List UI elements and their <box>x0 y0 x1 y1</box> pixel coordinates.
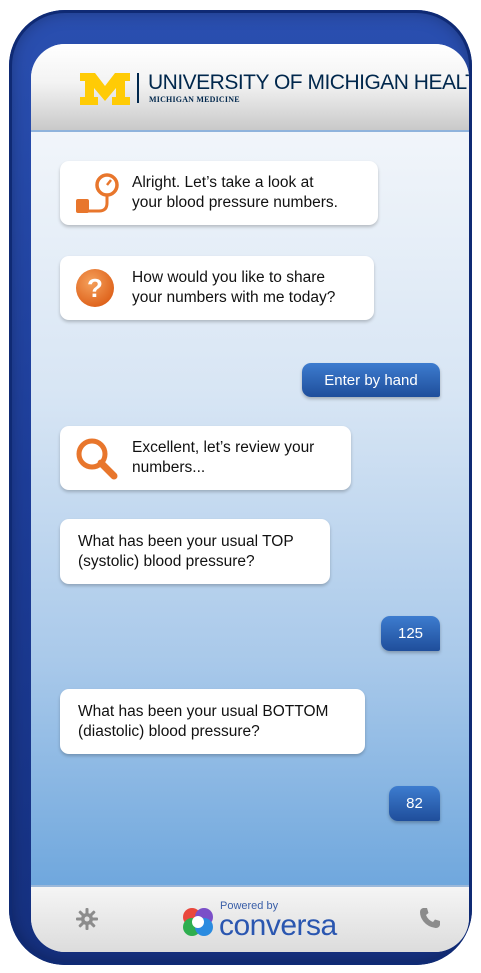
message-text-line: (diastolic) blood pressure? <box>78 723 260 740</box>
message-text-line: your blood pressure numbers. <box>132 194 338 211</box>
bot-message: Excellent, let’s review your numbers... <box>60 426 351 490</box>
message-text-line: What has been your usual TOP <box>78 533 294 550</box>
svg-text:?: ? <box>87 273 103 303</box>
bot-message: Alright. Let’s take a look at your blood… <box>60 161 378 225</box>
app-screen: UNIVERSITY OF MICHIGAN HEALTH MICHIGAN M… <box>31 44 469 952</box>
conversa-wordmark: conversa <box>219 909 337 942</box>
conversa-logo-icon <box>183 908 213 936</box>
question-mark-icon: ? <box>76 269 114 307</box>
user-reply-bubble[interactable]: Enter by hand <box>302 363 440 397</box>
magnifier-icon <box>76 438 118 480</box>
app-footer: Powered by conversa <box>31 885 469 952</box>
bot-message: What has been your usual BOTTOM (diastol… <box>60 689 365 754</box>
logo-divider <box>137 73 139 103</box>
message-text-line: your numbers with me today? <box>132 289 336 306</box>
conversa-brand: Powered by conversa <box>181 900 351 942</box>
blood-pressure-gauge-icon <box>76 173 119 213</box>
user-reply-bubble[interactable]: 125 <box>381 616 440 651</box>
message-text-line: numbers... <box>132 459 206 476</box>
bot-message: ? How would you like to share your numbe… <box>60 256 374 320</box>
app-header: UNIVERSITY OF MICHIGAN HEALTH MICHIGAN M… <box>31 44 469 132</box>
gear-icon[interactable] <box>75 907 99 931</box>
message-text-line: Excellent, let’s review your <box>132 439 315 456</box>
header-subtitle: MICHIGAN MEDICINE <box>149 95 240 104</box>
bot-message: What has been your usual TOP (systolic) … <box>60 519 330 584</box>
phone-icon[interactable] <box>419 907 441 929</box>
message-text-line: Alright. Let’s take a look at <box>132 174 314 191</box>
block-m-logo <box>80 73 130 105</box>
header-title: UNIVERSITY OF MICHIGAN HEALTH <box>148 71 469 94</box>
chat-area[interactable]: Alright. Let’s take a look at your blood… <box>31 132 469 887</box>
user-reply-bubble[interactable]: 82 <box>389 786 440 821</box>
message-text-line: What has been your usual BOTTOM <box>78 703 329 720</box>
phone-frame: UNIVERSITY OF MICHIGAN HEALTH MICHIGAN M… <box>9 10 472 965</box>
message-text-line: (systolic) blood pressure? <box>78 553 255 570</box>
message-text-line: How would you like to share <box>132 269 325 286</box>
